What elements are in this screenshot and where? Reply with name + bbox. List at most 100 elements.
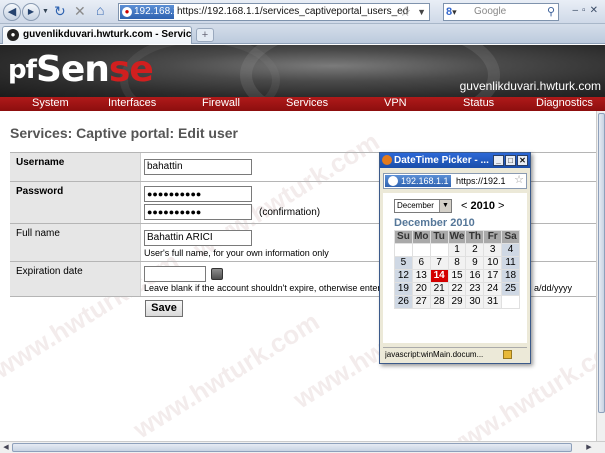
- bookmark-star-icon[interactable]: ☆: [514, 174, 524, 187]
- home-icon[interactable]: ⌂: [96, 2, 104, 19]
- address-input[interactable]: https://192.168.1.1/services_captiveport…: [177, 5, 409, 19]
- calendar-day[interactable]: 20: [411, 282, 431, 296]
- calendar-day[interactable]: 17: [483, 269, 503, 283]
- calendar-day[interactable]: 23: [465, 282, 485, 296]
- year-prev-button[interactable]: <: [461, 200, 467, 212]
- calendar-day[interactable]: 18: [501, 269, 520, 283]
- url-dropdown-icon[interactable]: ▼: [417, 4, 426, 20]
- tab-pfsense[interactable]: ● guvenlikduvari.hwturk.com - Service...: [2, 26, 192, 44]
- search-bar[interactable]: 8▾ Google ⚲: [443, 3, 559, 21]
- calendar-day[interactable]: 4: [501, 243, 520, 257]
- nav-system[interactable]: System: [32, 97, 69, 110]
- popup-titlebar[interactable]: DateTime Picker - ... _ □ ✕: [380, 153, 530, 168]
- year-label: 2010: [470, 200, 495, 212]
- password-input[interactable]: ●●●●●●●●●●: [144, 186, 252, 202]
- calendar-day[interactable]: 1: [447, 243, 467, 257]
- nav-firewall[interactable]: Firewall: [202, 97, 240, 110]
- calendar-day[interactable]: 13: [411, 269, 431, 283]
- calendar-icon[interactable]: [211, 268, 223, 280]
- calendar-day[interactable]: 12: [394, 269, 413, 283]
- calendar-day[interactable]: 11: [501, 256, 520, 270]
- calendar-day[interactable]: 27: [411, 295, 431, 309]
- year-navigator: < 2010 >: [461, 199, 504, 213]
- calendar-day[interactable]: 26: [394, 295, 413, 309]
- address-bar[interactable]: ● 192.168.1.1 https://192.168.1.1/servic…: [118, 3, 430, 21]
- maximize-icon[interactable]: □: [505, 155, 516, 166]
- tab-strip: ● guvenlikduvari.hwturk.com - Service...…: [0, 24, 605, 44]
- calendar-day[interactable]: 21: [429, 282, 449, 296]
- stop-icon[interactable]: ✕: [74, 3, 86, 19]
- calendar-day[interactable]: 29: [447, 295, 467, 309]
- calendar-day[interactable]: 2: [465, 243, 485, 257]
- expiration-label: Expiration date: [10, 262, 141, 296]
- month-select[interactable]: December ▼: [394, 199, 452, 213]
- fullname-input[interactable]: Bahattin ARICI: [144, 230, 252, 246]
- calendar-day[interactable]: 25: [501, 282, 520, 296]
- search-input[interactable]: Google: [474, 5, 506, 19]
- firefox-icon: [382, 155, 392, 165]
- calendar-day[interactable]: 9: [465, 256, 485, 270]
- username-input[interactable]: bahattin: [144, 159, 252, 175]
- vertical-scrollbar[interactable]: [596, 111, 605, 441]
- username-label: Username: [10, 153, 141, 181]
- expiration-note-tail: a/dd/yyyy: [534, 283, 573, 293]
- calendar-day[interactable]: 8: [447, 256, 467, 270]
- popup-address-bar[interactable]: 192.168.1.1 https://192.1 ☆: [383, 173, 527, 189]
- horizontal-scrollbar[interactable]: ◀ ▶: [0, 441, 605, 453]
- close-icon[interactable]: ✕: [517, 155, 528, 166]
- calendar-day-today[interactable]: 14: [429, 269, 449, 283]
- calendar-day[interactable]: 5: [394, 256, 413, 270]
- forward-button[interactable]: ▶: [22, 3, 40, 21]
- calendar-heading: December 2010: [394, 217, 475, 229]
- calendar-day[interactable]: 30: [465, 295, 485, 309]
- window-controls[interactable]: –▫✕: [573, 5, 603, 16]
- fullname-note: User's full name, for your own informati…: [144, 248, 329, 258]
- weekday-label: Tu: [429, 230, 449, 244]
- password-confirm-input[interactable]: ●●●●●●●●●●: [144, 204, 252, 220]
- popup-site-identity[interactable]: 192.168.1.1: [385, 175, 451, 187]
- calendar-day[interactable]: 22: [447, 282, 467, 296]
- vertical-scroll-thumb[interactable]: [598, 113, 605, 413]
- calendar-day[interactable]: 16: [465, 269, 485, 283]
- reload-icon[interactable]: ↻: [54, 3, 66, 19]
- weekday-header-row: Su Mo Tu We Th Fr Sa: [394, 230, 520, 244]
- save-button[interactable]: Save: [145, 300, 183, 317]
- new-tab-button[interactable]: +: [196, 28, 214, 42]
- history-dropdown-icon[interactable]: ▼: [42, 8, 49, 15]
- scroll-left-icon[interactable]: ◀: [1, 443, 11, 453]
- nav-status[interactable]: Status: [463, 97, 494, 110]
- calendar-day[interactable]: 28: [429, 295, 449, 309]
- calendar-day[interactable]: 7: [429, 256, 449, 270]
- popup-url-text[interactable]: https://192.1: [456, 175, 510, 187]
- calendar-day[interactable]: 15: [447, 269, 467, 283]
- pfsense-logo[interactable]: pfSense: [8, 50, 154, 90]
- popup-site-identity-label: 192.168.1.1: [401, 176, 449, 186]
- year-next-button[interactable]: >: [498, 200, 504, 212]
- calendar-day[interactable]: 3: [483, 243, 503, 257]
- scroll-right-icon[interactable]: ▶: [584, 443, 594, 453]
- popup-statusbar: javascript:winMain.docum...: [383, 347, 527, 361]
- nav-services[interactable]: Services: [286, 97, 328, 110]
- search-magnifier-icon[interactable]: ⚲: [547, 5, 555, 19]
- calendar-week-row: 5 6 7 8 9 10 11: [394, 256, 520, 270]
- horizontal-scroll-thumb[interactable]: [12, 443, 572, 452]
- calendar-day[interactable]: 31: [483, 295, 503, 309]
- page-title: Services: Captive portal: Edit user: [10, 125, 238, 141]
- calendar-day[interactable]: 6: [411, 256, 431, 270]
- calendar-day[interactable]: 19: [394, 282, 413, 296]
- search-engine-icon[interactable]: 8▾: [446, 5, 470, 19]
- site-identity-button[interactable]: ● 192.168.1.1: [120, 5, 187, 19]
- nav-vpn[interactable]: VPN: [384, 97, 407, 110]
- bookmark-star-icon[interactable]: ☆: [399, 4, 411, 19]
- chevron-down-icon[interactable]: ▼: [439, 200, 451, 212]
- lock-icon[interactable]: [503, 350, 512, 359]
- back-button[interactable]: ◀: [3, 3, 21, 21]
- nav-diagnostics[interactable]: Diagnostics: [536, 97, 593, 110]
- minimize-icon[interactable]: _: [493, 155, 504, 166]
- weekday-label: Su: [394, 230, 413, 244]
- calendar-day[interactable]: 10: [483, 256, 503, 270]
- calendar-day[interactable]: 24: [483, 282, 503, 296]
- nav-interfaces[interactable]: Interfaces: [108, 97, 156, 110]
- expiration-date-input[interactable]: [144, 266, 206, 282]
- main-nav: System Interfaces Firewall Services VPN …: [0, 97, 605, 111]
